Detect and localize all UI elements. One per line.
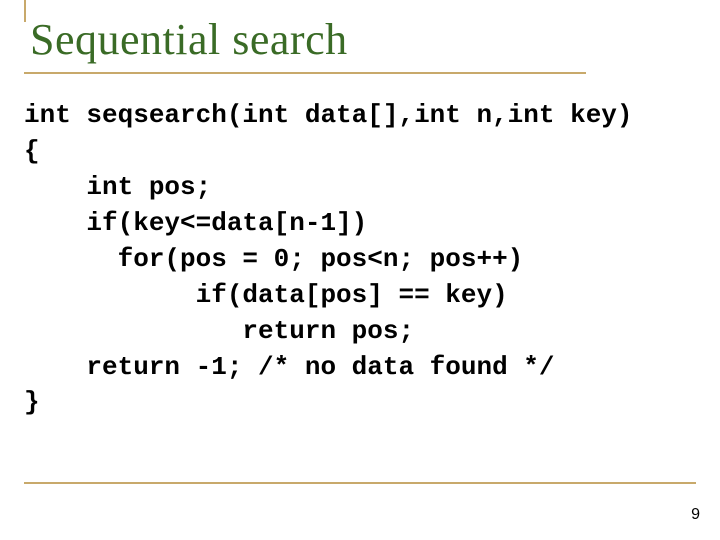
title-underline (24, 72, 586, 74)
bottom-divider (24, 482, 696, 484)
title-area: Sequential search (24, 16, 696, 70)
slide-title: Sequential search (30, 16, 696, 64)
title-tick-accent (24, 0, 26, 22)
code-block: int seqsearch(int data[],int n,int key) … (24, 98, 696, 421)
slide: Sequential search int seqsearch(int data… (0, 0, 720, 540)
page-number: 9 (691, 506, 700, 524)
